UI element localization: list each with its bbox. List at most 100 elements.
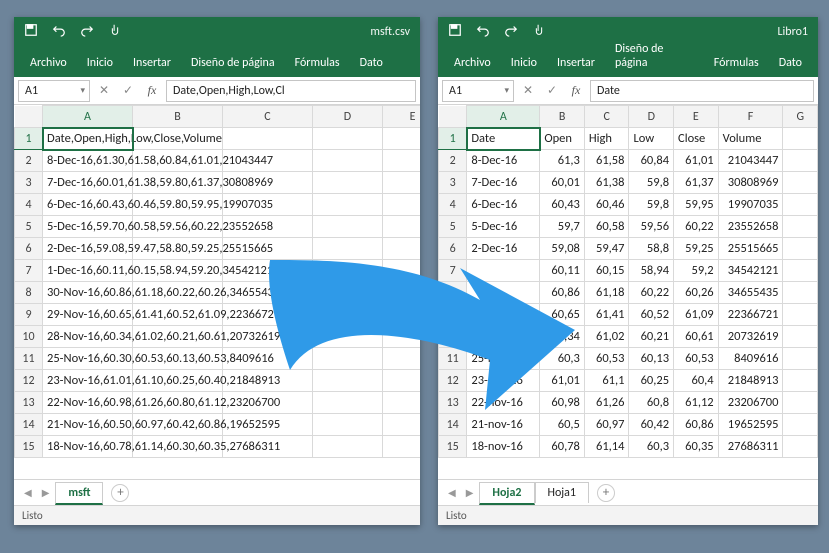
cell[interactable]: 60,98 bbox=[540, 392, 585, 414]
cell[interactable]: 60,61 bbox=[674, 326, 719, 348]
cell[interactable]: 60,5 bbox=[540, 414, 585, 436]
cell[interactable]: 60,22 bbox=[629, 282, 674, 304]
cell[interactable]: 60,15 bbox=[584, 260, 629, 282]
cell[interactable]: 59,8 bbox=[629, 172, 674, 194]
cell[interactable] bbox=[313, 304, 383, 326]
cell[interactable]: 27686311 bbox=[718, 436, 783, 458]
cell[interactable] bbox=[313, 260, 383, 282]
row-header[interactable]: 14 bbox=[439, 414, 467, 436]
cell[interactable]: 23-Nov-16,61.01,61.10,60.25,60.40,218489… bbox=[43, 370, 133, 392]
cell[interactable] bbox=[783, 392, 818, 414]
sheet-tab[interactable]: msft bbox=[55, 482, 103, 505]
tab-data[interactable]: Dato bbox=[769, 50, 812, 77]
cell[interactable] bbox=[313, 392, 383, 414]
row-header[interactable]: 12 bbox=[439, 370, 467, 392]
cell[interactable]: Open bbox=[540, 128, 585, 150]
table-row[interactable]: 1421-Nov-16,60.50,60.97,60.42,60.86,1965… bbox=[15, 414, 421, 436]
table-row[interactable]: 1322-nov-1660,9861,2660,861,1223206700 bbox=[439, 392, 818, 414]
cell[interactable]: 60,97 bbox=[584, 414, 629, 436]
cell[interactable]: 61,01 bbox=[674, 150, 719, 172]
cell[interactable]: 60,35 bbox=[674, 436, 719, 458]
table-row[interactable]: 1322-Nov-16,60.98,61.26,60.80,61.12,2320… bbox=[15, 392, 421, 414]
cell[interactable]: 61,18 bbox=[584, 282, 629, 304]
tab-formulas[interactable]: Fórmulas bbox=[285, 50, 350, 77]
undo-icon[interactable] bbox=[52, 23, 66, 41]
cell[interactable]: 21043447 bbox=[718, 150, 783, 172]
row-header[interactable]: 4 bbox=[439, 194, 467, 216]
col-header[interactable]: A bbox=[43, 106, 133, 128]
cell[interactable]: 60,46 bbox=[584, 194, 629, 216]
cell[interactable]: 60,58 bbox=[584, 216, 629, 238]
cell[interactable]: 60,21 bbox=[629, 326, 674, 348]
cell[interactable] bbox=[313, 150, 383, 172]
cell[interactable]: 5-Dec-16,59.70,60.58,59.56,60.22,2355265… bbox=[43, 216, 133, 238]
cell[interactable] bbox=[313, 370, 383, 392]
col-header[interactable]: C bbox=[223, 106, 313, 128]
add-sheet-button[interactable]: + bbox=[597, 484, 615, 502]
sheet-tab[interactable]: Hoja2 bbox=[479, 482, 534, 505]
cell[interactable]: 60,13 bbox=[629, 348, 674, 370]
cell[interactable] bbox=[467, 326, 540, 348]
col-header[interactable]: G bbox=[783, 106, 818, 128]
table-row[interactable]: 37-Dec-16,60.01,61.38,59.80,61.37,308089… bbox=[15, 172, 421, 194]
table-row[interactable]: 1DateOpenHighLowCloseVolume bbox=[439, 128, 818, 150]
row-header[interactable]: 10 bbox=[439, 326, 467, 348]
col-header[interactable]: C bbox=[584, 106, 629, 128]
row-header[interactable]: 6 bbox=[15, 238, 43, 260]
cell[interactable] bbox=[383, 260, 421, 282]
cell[interactable] bbox=[467, 260, 540, 282]
cell[interactable]: 60,3 bbox=[540, 348, 585, 370]
cell[interactable] bbox=[313, 128, 383, 150]
cell[interactable]: 2-Dec-16 bbox=[467, 238, 540, 260]
cell[interactable] bbox=[223, 128, 313, 150]
cell[interactable]: 60,43 bbox=[540, 194, 585, 216]
cell[interactable]: 60,8 bbox=[629, 392, 674, 414]
sheet-tab[interactable]: Hoja1 bbox=[535, 482, 590, 503]
cancel-icon[interactable]: ✕ bbox=[518, 83, 538, 98]
row-header[interactable]: 9 bbox=[15, 304, 43, 326]
table-row[interactable]: 929-Nov-16,60.65,61.41,60.52,61.09,22366… bbox=[15, 304, 421, 326]
row-header[interactable]: 14 bbox=[15, 414, 43, 436]
cell[interactable]: 7-Dec-16 bbox=[467, 172, 540, 194]
cell[interactable]: 59,8 bbox=[629, 194, 674, 216]
cell[interactable]: 20732619 bbox=[718, 326, 783, 348]
cell[interactable]: 60,84 bbox=[629, 150, 674, 172]
cell[interactable] bbox=[383, 370, 421, 392]
cell[interactable]: 25-nov-16 bbox=[467, 348, 540, 370]
formula-input[interactable]: Date,Open,High,Low,Cl bbox=[166, 80, 416, 102]
cell[interactable] bbox=[313, 172, 383, 194]
cell[interactable]: 60,3 bbox=[629, 436, 674, 458]
row-header[interactable]: 11 bbox=[439, 348, 467, 370]
row-header[interactable]: 8 bbox=[15, 282, 43, 304]
cell[interactable]: 61,02 bbox=[584, 326, 629, 348]
cell[interactable] bbox=[313, 216, 383, 238]
tab-file[interactable]: Archivo bbox=[20, 50, 77, 77]
cell[interactable]: 60,11 bbox=[540, 260, 585, 282]
cell[interactable]: 18-Nov-16,60.78,61.14,60.30,60.35,276863… bbox=[43, 436, 133, 458]
table-row[interactable]: 28-Dec-16,61.30,61.58,60.84,61.01,210434… bbox=[15, 150, 421, 172]
row-header[interactable]: 7 bbox=[439, 260, 467, 282]
cell[interactable]: 61,58 bbox=[584, 150, 629, 172]
cell[interactable] bbox=[383, 392, 421, 414]
row-header[interactable]: 4 bbox=[15, 194, 43, 216]
sheet-nav-next-icon[interactable]: ▶ bbox=[462, 486, 478, 499]
cell[interactable] bbox=[383, 414, 421, 436]
cell[interactable]: 60,53 bbox=[674, 348, 719, 370]
cell[interactable]: 19652595 bbox=[718, 414, 783, 436]
grid[interactable]: ABCDEFG1DateOpenHighLowCloseVolume28-Dec… bbox=[438, 105, 818, 479]
add-sheet-button[interactable]: + bbox=[111, 484, 129, 502]
cell[interactable]: 34542121 bbox=[718, 260, 783, 282]
col-header[interactable]: E bbox=[383, 106, 421, 128]
save-icon[interactable] bbox=[24, 23, 38, 41]
tab-home[interactable]: Inicio bbox=[77, 50, 123, 77]
cell[interactable] bbox=[783, 348, 818, 370]
table-row[interactable]: 1223-nov-1661,0161,160,2560,421848913 bbox=[439, 370, 818, 392]
cell[interactable]: 61,09 bbox=[674, 304, 719, 326]
cell[interactable] bbox=[783, 260, 818, 282]
fx-icon[interactable]: fx bbox=[142, 83, 162, 98]
col-header[interactable]: F bbox=[718, 106, 783, 128]
cell[interactable] bbox=[313, 326, 383, 348]
cell[interactable]: 18-nov-16 bbox=[467, 436, 540, 458]
cell[interactable]: 6-Dec-16 bbox=[467, 194, 540, 216]
col-header[interactable]: D bbox=[313, 106, 383, 128]
